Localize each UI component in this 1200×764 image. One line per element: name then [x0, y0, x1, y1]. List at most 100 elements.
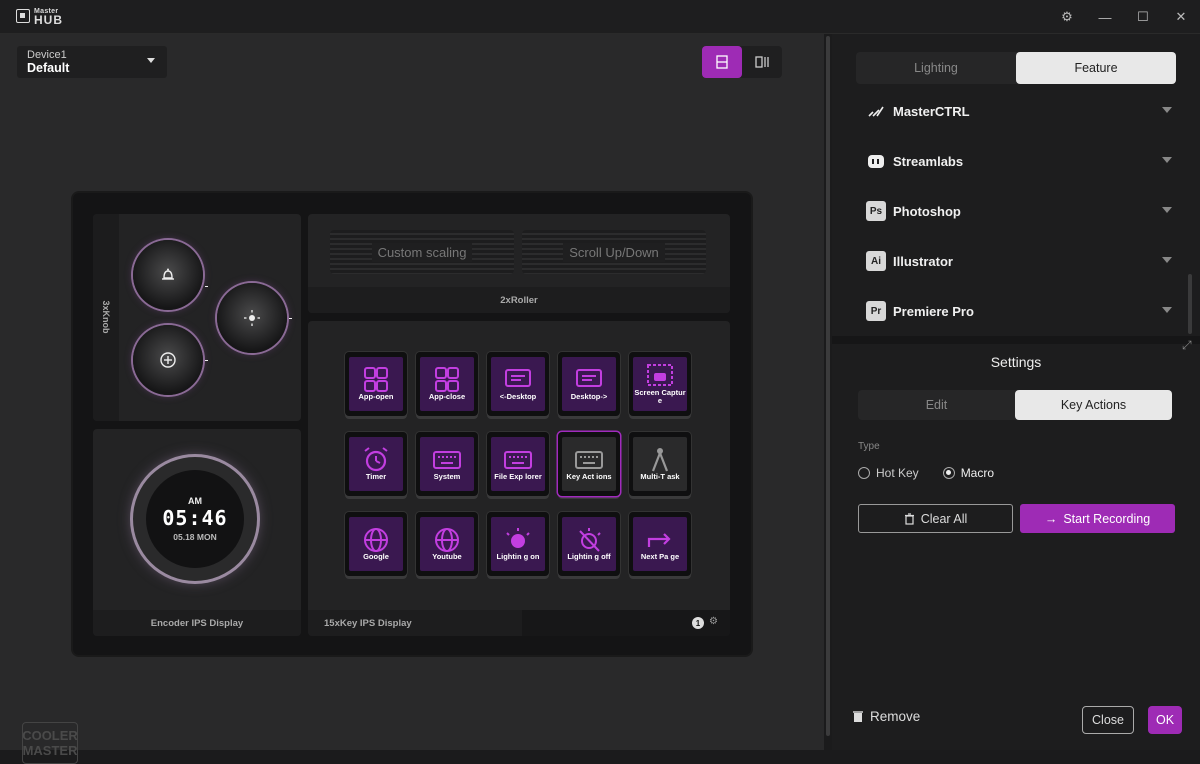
settings-gear-icon[interactable]: ⚙ [1048, 0, 1086, 34]
key-face: Multi-T ask [633, 437, 687, 491]
remove-button[interactable]: Remove [852, 709, 920, 724]
grid-icon [364, 367, 388, 392]
clear-all-button[interactable]: Clear All [858, 504, 1013, 533]
chevron-down-icon[interactable] [1162, 207, 1172, 213]
ok-button[interactable]: OK [1148, 706, 1182, 734]
tab-edit[interactable]: Edit [858, 390, 1015, 420]
start-recording-button[interactable]: → Start Recording [1020, 504, 1175, 533]
device-dropdown[interactable]: Device1 Default [17, 46, 167, 78]
key-button[interactable]: Key Act ions [558, 432, 620, 496]
key-button[interactable]: Screen Capture [629, 352, 691, 416]
settings-tabs: Edit Key Actions [858, 390, 1172, 420]
chevron-down-icon [147, 58, 155, 63]
type-label: Type [858, 441, 880, 452]
key-button[interactable]: App-close [416, 352, 478, 416]
panel-divider[interactable] [832, 336, 1200, 344]
device-dropdown-value: Default [27, 61, 70, 75]
roller-panel-label: 2xRoller [308, 287, 730, 313]
close-window-icon[interactable]: ✕ [1162, 0, 1200, 34]
bulb-off-icon [579, 528, 601, 552]
key-button[interactable]: Youtube [416, 512, 478, 576]
key-label: Key Act ions [566, 472, 612, 481]
chevron-down-icon[interactable] [1162, 157, 1172, 163]
knob-1[interactable] [133, 240, 203, 310]
key-button[interactable]: Next Pa ge [629, 512, 691, 576]
key-label: App-close [428, 392, 466, 401]
horizontal-view-button[interactable] [702, 46, 742, 78]
app-name: Streamlabs [893, 153, 964, 169]
key-button[interactable]: Timer [345, 432, 407, 496]
knob-indicator [205, 286, 208, 287]
bell-icon [162, 268, 174, 280]
arrow-right-icon [647, 533, 671, 547]
photoshop-icon: Ps [866, 201, 886, 221]
view-toggle [702, 46, 782, 78]
encoder-display-panel[interactable]: AM 05:46 05.18 MON Encoder IPS Display [93, 429, 301, 636]
maximize-icon[interactable]: ☐ [1124, 0, 1162, 34]
tab-lighting[interactable]: Lighting [856, 52, 1016, 84]
start-recording-label: Start Recording [1063, 511, 1151, 526]
app-row-photoshop[interactable]: Ps Photoshop [856, 186, 1182, 236]
knob-panel[interactable]: 3xKnob [93, 214, 301, 421]
device-preview-area: Device1 Default 3xKnob Custom scaling Sc… [0, 34, 824, 764]
app-name: Illustrator [893, 253, 953, 269]
radio-checked-icon [942, 467, 955, 479]
chevron-down-icon[interactable] [1162, 307, 1172, 313]
cooler-master-logo: COOLER MASTER [22, 722, 78, 764]
streamlabs-icon [866, 151, 886, 171]
grid-icon [435, 367, 459, 392]
compass-icon [651, 448, 669, 472]
vertical-view-button[interactable] [742, 46, 782, 78]
zoom-in-icon [160, 352, 176, 368]
close-button[interactable]: Close [1082, 706, 1134, 734]
tab-feature[interactable]: Feature [1016, 52, 1176, 84]
roller-right[interactable]: Scroll Up/Down [522, 230, 706, 274]
key-button[interactable]: Multi-T ask [629, 432, 691, 496]
camera-icon [647, 364, 673, 386]
app-list-scrollbar[interactable] [1188, 274, 1192, 334]
key-button[interactable]: System [416, 432, 478, 496]
key-button[interactable]: File Exp lorer [487, 432, 549, 496]
key-face: App-close [420, 357, 474, 411]
panel-tabs: Lighting Feature [856, 52, 1176, 84]
key-face: Lightin g on [491, 517, 545, 571]
hot-key-radio[interactable]: Hot Key [858, 466, 919, 480]
encoder-clock[interactable]: AM 05:46 05.18 MON [133, 457, 257, 581]
key-face: Lightin g off [562, 517, 616, 571]
left-scrollbar[interactable] [824, 34, 832, 750]
brightness-icon [244, 310, 260, 326]
brand-line-1: COOLER [22, 728, 78, 743]
key-label: System [433, 472, 461, 481]
minimize-icon[interactable]: — [1086, 0, 1124, 34]
clock-ampm: AM [188, 496, 202, 506]
app-row-masterctrl[interactable]: MasterCTRL [856, 86, 1182, 136]
key-face: Timer [349, 437, 403, 491]
key-button[interactable]: App-open [345, 352, 407, 416]
title-bar: Master HUB ⚙ — ☐ ✕ [0, 0, 1200, 34]
key-button[interactable]: Google [345, 512, 407, 576]
knob-3[interactable] [133, 325, 203, 395]
keys-panel-label: 15xKey IPS Display [324, 618, 412, 629]
expand-icon[interactable]: ⤢ [1182, 338, 1192, 353]
app-row-premiere-pro[interactable]: Pr Premiere Pro [856, 286, 1182, 336]
roller-left[interactable]: Custom scaling [330, 230, 514, 274]
app-row-streamlabs[interactable]: Streamlabs [856, 136, 1182, 186]
page-number-badge[interactable]: 1 [692, 617, 704, 629]
knob-indicator [289, 318, 292, 319]
key-button[interactable]: Lightin g off [558, 512, 620, 576]
macro-radio[interactable]: Macro [942, 466, 994, 480]
globe-icon [435, 528, 459, 552]
key-button[interactable]: Desktop-> [558, 352, 620, 416]
key-label: Next Pa ge [640, 552, 680, 561]
key-button[interactable]: <-Desktop [487, 352, 549, 416]
page-settings-gear-icon[interactable]: ⚙ [709, 616, 718, 627]
radio-unchecked-icon [858, 467, 870, 479]
encoder-panel-label: Encoder IPS Display [93, 610, 301, 636]
key-face: System [420, 437, 474, 491]
chevron-down-icon[interactable] [1162, 257, 1172, 263]
knob-2[interactable] [217, 283, 287, 353]
key-button[interactable]: Lightin g on [487, 512, 549, 576]
tab-key-actions[interactable]: Key Actions [1015, 390, 1172, 420]
app-row-illustrator[interactable]: Ai Illustrator [856, 236, 1182, 286]
chevron-down-icon[interactable] [1162, 107, 1172, 113]
